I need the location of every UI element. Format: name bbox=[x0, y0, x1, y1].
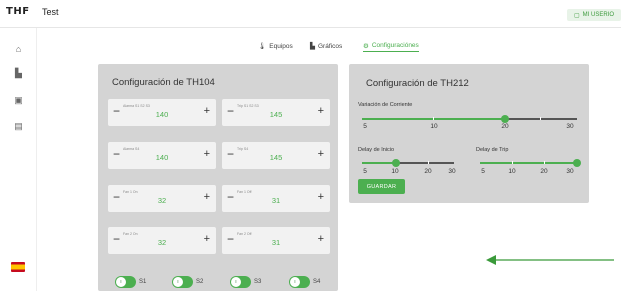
stepper-value[interactable]: 32 bbox=[108, 238, 216, 247]
device-icon[interactable]: ▙ bbox=[13, 68, 24, 79]
tab-graficos-label: Gráficos bbox=[318, 42, 343, 50]
top-bar: THF Test ▢ MI USERIO bbox=[0, 0, 621, 28]
tab-configuraciones[interactable]: ⚙︎ Configuraciónes bbox=[363, 40, 419, 52]
toggle-label: S1 bbox=[139, 279, 147, 285]
user-button-label: MI USERIO bbox=[582, 12, 614, 18]
stepper-value[interactable]: 145 bbox=[222, 110, 330, 119]
stepper-label: Alarma S1 S2 S3 bbox=[123, 104, 150, 108]
stepper-value[interactable]: 145 bbox=[222, 153, 330, 162]
slider-tick bbox=[433, 117, 434, 120]
stepper-trip-s1s2s3: Trip S1 S2 S3 − 145 + bbox=[222, 99, 330, 126]
toggle-s1[interactable]: ı bbox=[115, 276, 136, 288]
card-title: Configuración de TH212 bbox=[366, 78, 469, 89]
stepper-value[interactable]: 32 bbox=[108, 196, 216, 205]
chart-icon: ▙ bbox=[310, 43, 315, 50]
stepper-fan2-on: Fan 2 On − 32 + bbox=[108, 227, 216, 254]
toggle-label: S3 bbox=[254, 279, 262, 285]
stepper-value[interactable]: 140 bbox=[108, 153, 216, 162]
user-icon: ▢ bbox=[573, 12, 580, 19]
slider-thumb[interactable] bbox=[392, 159, 400, 167]
toggle-knob-icon: ı bbox=[231, 277, 241, 287]
toggle-s2[interactable]: ı bbox=[172, 276, 193, 288]
toggle-knob-icon: ı bbox=[173, 277, 183, 287]
stepper-fan1-off: Fan 1 Off − 31 + bbox=[222, 185, 330, 212]
app-logo: THF bbox=[6, 6, 30, 17]
toggle-s4[interactable]: ı bbox=[289, 276, 310, 288]
user-button[interactable]: ▢ MI USERIO bbox=[567, 9, 621, 21]
toggle-label: S4 bbox=[313, 279, 321, 285]
slider-tick bbox=[544, 161, 545, 164]
toggle-knob-icon: ı bbox=[116, 277, 126, 287]
slider-fill bbox=[480, 162, 576, 164]
tick-label: 10 bbox=[508, 168, 516, 175]
delay-inicio-label: Delay de Inicio bbox=[358, 147, 395, 153]
tab-graficos[interactable]: ▙ Gráficos bbox=[310, 40, 342, 52]
list-icon[interactable]: ▤ bbox=[13, 121, 24, 132]
corriente-label: Variación de Corriente bbox=[358, 102, 413, 108]
toggle-label: S2 bbox=[196, 279, 204, 285]
tick-label: 30 bbox=[566, 168, 574, 175]
stepper-value[interactable]: 31 bbox=[222, 238, 330, 247]
tick-label: 10 bbox=[391, 168, 399, 175]
stepper-value[interactable]: 140 bbox=[108, 110, 216, 119]
slider-tick bbox=[540, 117, 541, 120]
increment-button[interactable]: + bbox=[318, 191, 324, 203]
stepper-trip-s4: Trip S4 − 145 + bbox=[222, 142, 330, 169]
stepper-label: Fan 1 On bbox=[123, 190, 138, 194]
slider-tick bbox=[512, 161, 513, 164]
increment-button[interactable]: + bbox=[204, 233, 210, 245]
stepper-label: Fan 2 Off bbox=[237, 232, 252, 236]
increment-button[interactable]: + bbox=[204, 148, 210, 160]
language-flag-icon[interactable] bbox=[11, 262, 25, 272]
tick-label: 30 bbox=[566, 123, 574, 130]
tick-label: 5 bbox=[481, 168, 485, 175]
toggle-knob-icon: ı bbox=[290, 277, 300, 287]
increment-button[interactable]: + bbox=[204, 191, 210, 203]
tab-equipos[interactable]: 🌡︎ Equipos bbox=[258, 40, 293, 52]
tabs-bar: 🌡︎ Equipos ▙ Gráficos ⚙︎ Configuraciónes bbox=[0, 40, 621, 54]
slider-thumb[interactable] bbox=[501, 115, 509, 123]
increment-button[interactable]: + bbox=[318, 233, 324, 245]
stepper-label: Trip S1 S2 S3 bbox=[237, 104, 259, 108]
thermometer-icon: 🌡︎ bbox=[258, 43, 267, 50]
stepper-label: Trip S4 bbox=[237, 147, 249, 151]
increment-button[interactable]: + bbox=[318, 148, 324, 160]
slider-fill bbox=[362, 162, 395, 164]
stepper-value[interactable]: 31 bbox=[222, 196, 330, 205]
increment-button[interactable]: + bbox=[318, 105, 324, 117]
settings-icon: ⚙︎ bbox=[363, 42, 369, 50]
tick-label: 5 bbox=[363, 168, 367, 175]
tick-label: 10 bbox=[430, 123, 438, 130]
save-button[interactable]: GUARDAR bbox=[358, 179, 405, 194]
stepper-alarma-s4: Alarma S4 − 140 + bbox=[108, 142, 216, 169]
sidebar: ⌂ ▙ ▣ ▤ bbox=[0, 28, 37, 291]
monitor-icon[interactable]: ▣ bbox=[13, 95, 24, 106]
toggle-s3[interactable]: ı bbox=[230, 276, 251, 288]
stepper-label: Fan 2 On bbox=[123, 232, 138, 236]
slider-tick bbox=[428, 161, 429, 164]
stepper-label: Fan 1 Off bbox=[237, 190, 252, 194]
tick-label: 30 bbox=[448, 168, 456, 175]
stepper-alarma-s1s2s3: Alarma S1 S2 S3 − 140 + bbox=[108, 99, 216, 126]
tick-label: 20 bbox=[424, 168, 432, 175]
stepper-label: Alarma S4 bbox=[123, 147, 140, 151]
card-title: Configuración de TH104 bbox=[112, 77, 215, 88]
delay-trip-label: Delay de Trip bbox=[476, 147, 509, 153]
app-title: Test bbox=[42, 7, 59, 17]
tab-configuraciones-label: Configuraciónes bbox=[371, 42, 419, 49]
annotation-arrow-icon bbox=[486, 255, 614, 265]
th104-config-card: Configuración de TH104 Alarma S1 S2 S3 −… bbox=[98, 64, 338, 291]
tick-label: 5 bbox=[363, 123, 367, 130]
increment-button[interactable]: + bbox=[204, 105, 210, 117]
slider-thumb[interactable] bbox=[573, 159, 581, 167]
stepper-fan2-off: Fan 2 Off − 31 + bbox=[222, 227, 330, 254]
tab-equipos-label: Equipos bbox=[269, 42, 293, 50]
tick-label: 20 bbox=[540, 168, 548, 175]
stepper-fan1-on: Fan 1 On − 32 + bbox=[108, 185, 216, 212]
tick-label: 20 bbox=[501, 123, 509, 130]
